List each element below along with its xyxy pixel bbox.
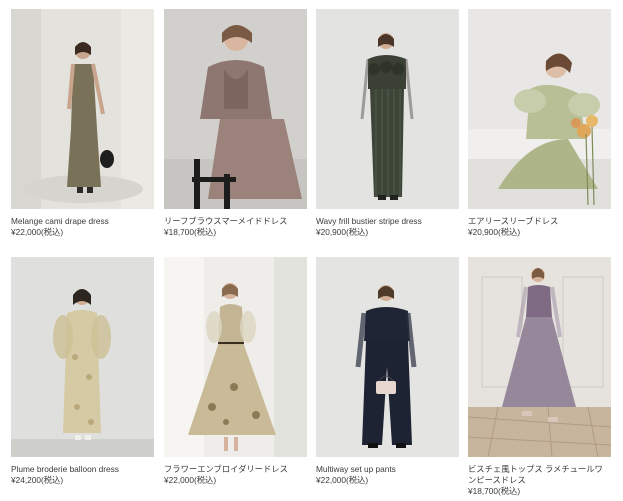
product-image[interactable] — [316, 9, 459, 209]
product-price: ¥20,900(税込) — [468, 227, 521, 237]
product-name[interactable]: フラワーエンブロイダリードレス — [164, 464, 307, 475]
product-image[interactable] — [468, 9, 611, 209]
product-card[interactable]: Plume broderie balloon dress ¥24,200(税込) — [11, 257, 154, 485]
product-image[interactable] — [164, 9, 307, 209]
product-name[interactable]: リーフブラウスマーメイドドレス — [164, 216, 307, 227]
product-image[interactable] — [11, 9, 154, 209]
product-name[interactable]: ビスチェ風トップス ラメチュールワンピースドレス — [468, 464, 611, 486]
product-name[interactable]: Plume broderie balloon dress — [11, 464, 154, 475]
product-image[interactable] — [316, 257, 459, 457]
product-price: ¥24,200(税込) — [11, 475, 64, 485]
product-image[interactable] — [164, 257, 307, 457]
product-image[interactable] — [468, 257, 611, 457]
product-price: ¥18,700(税込) — [164, 227, 217, 237]
product-price: ¥22,000(税込) — [316, 475, 369, 485]
product-name[interactable]: Melange cami drape dress — [11, 216, 154, 227]
product-name[interactable]: エアリースリーブドレス — [468, 216, 611, 227]
product-card[interactable]: Multiway set up pants ¥22,000(税込) — [316, 257, 459, 485]
product-price: ¥22,000(税込) — [11, 227, 64, 237]
product-price: ¥22,000(税込) — [164, 475, 217, 485]
product-name[interactable]: Multiway set up pants — [316, 464, 459, 475]
product-card[interactable]: Melange cami drape dress ¥22,000(税込) — [11, 9, 154, 237]
product-image[interactable] — [11, 257, 154, 457]
product-price: ¥18,700(税込) — [468, 486, 521, 496]
product-name[interactable]: Wavy frill bustier stripe dress — [316, 216, 459, 227]
product-card[interactable]: フラワーエンブロイダリードレス ¥22,000(税込) — [164, 257, 307, 485]
product-card[interactable]: ビスチェ風トップス ラメチュールワンピースドレス ¥18,700(税込) — [468, 257, 611, 496]
product-card[interactable]: エアリースリーブドレス ¥20,900(税込) — [468, 9, 611, 237]
product-grid: Melange cami drape dress ¥22,000(税込) リーフ… — [0, 0, 623, 501]
product-card[interactable]: リーフブラウスマーメイドドレス ¥18,700(税込) — [164, 9, 307, 237]
product-card[interactable]: Wavy frill bustier stripe dress ¥20,900(… — [316, 9, 459, 237]
product-price: ¥20,900(税込) — [316, 227, 369, 237]
